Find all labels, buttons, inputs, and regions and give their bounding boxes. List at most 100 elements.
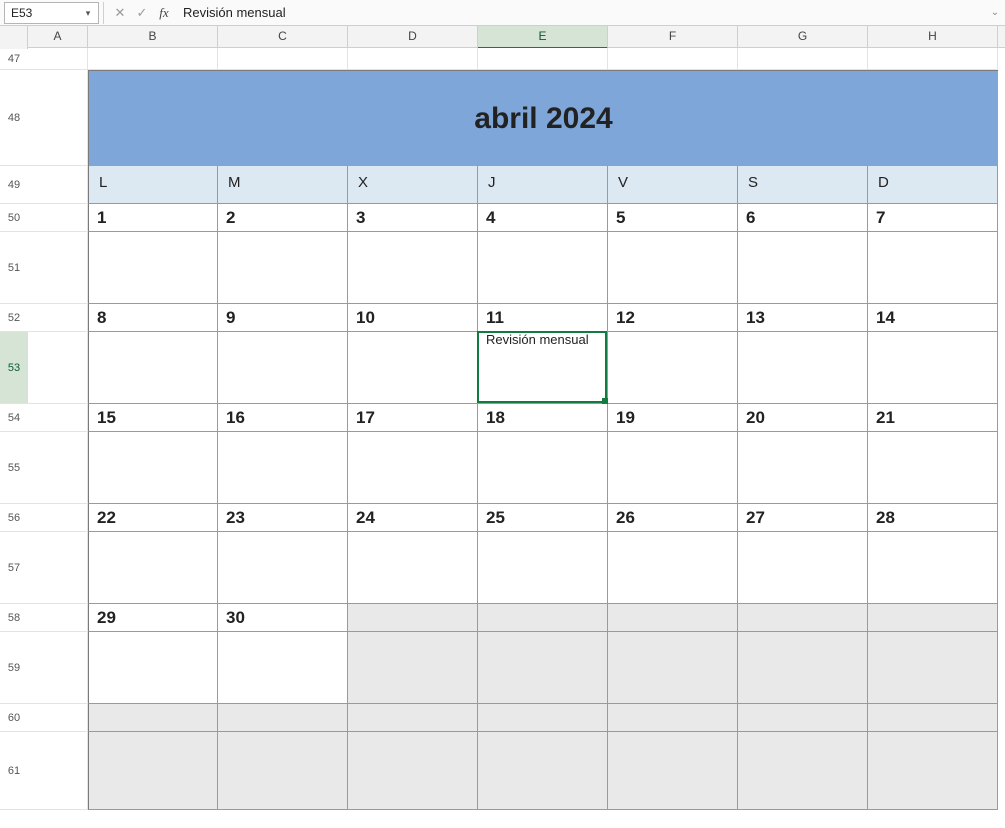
- cell[interactable]: [28, 48, 88, 70]
- row-header[interactable]: 57: [0, 532, 28, 604]
- name-box[interactable]: E53 ▾: [4, 2, 99, 24]
- calendar-day-empty[interactable]: [88, 704, 218, 732]
- calendar-event[interactable]: [868, 332, 998, 404]
- calendar-day[interactable]: 27: [738, 504, 868, 532]
- calendar-day-empty[interactable]: [478, 604, 608, 632]
- calendar-event-empty[interactable]: [868, 732, 998, 810]
- cell[interactable]: [28, 532, 88, 604]
- calendar-event[interactable]: [478, 532, 608, 604]
- formula-input[interactable]: [175, 2, 985, 24]
- calendar-day[interactable]: 28: [868, 504, 998, 532]
- calendar-dow[interactable]: L: [88, 166, 218, 204]
- confirm-icon[interactable]: ✓: [131, 2, 153, 24]
- calendar-event[interactable]: [478, 432, 608, 504]
- calendar-day[interactable]: 2: [218, 204, 348, 232]
- calendar-day[interactable]: 29: [88, 604, 218, 632]
- calendar-event[interactable]: [738, 532, 868, 604]
- calendar-event-empty[interactable]: [738, 732, 868, 810]
- calendar-day[interactable]: 1: [88, 204, 218, 232]
- calendar-day[interactable]: 6: [738, 204, 868, 232]
- cell[interactable]: [218, 48, 348, 70]
- calendar-day[interactable]: 11: [478, 304, 608, 332]
- calendar-event-empty[interactable]: [348, 732, 478, 810]
- cell[interactable]: [88, 48, 218, 70]
- calendar-event[interactable]: [348, 232, 478, 304]
- calendar-day[interactable]: 4: [478, 204, 608, 232]
- row-header[interactable]: 51: [0, 232, 28, 304]
- calendar-day-empty[interactable]: [348, 704, 478, 732]
- cell[interactable]: [28, 332, 88, 404]
- calendar-event[interactable]: [88, 232, 218, 304]
- row-header[interactable]: 53: [0, 332, 28, 404]
- calendar-event[interactable]: [218, 532, 348, 604]
- calendar-day-empty[interactable]: [478, 704, 608, 732]
- row-header[interactable]: 47: [0, 48, 28, 70]
- calendar-event[interactable]: [738, 432, 868, 504]
- calendar-day[interactable]: 7: [868, 204, 998, 232]
- calendar-event[interactable]: [478, 232, 608, 304]
- calendar-day[interactable]: 15: [88, 404, 218, 432]
- cell[interactable]: [608, 48, 738, 70]
- calendar-day[interactable]: 18: [478, 404, 608, 432]
- calendar-day[interactable]: 13: [738, 304, 868, 332]
- row-header[interactable]: 59: [0, 632, 28, 704]
- row-header[interactable]: 55: [0, 432, 28, 504]
- cell[interactable]: [868, 48, 998, 70]
- calendar-day-empty[interactable]: [868, 704, 998, 732]
- calendar-event-empty[interactable]: [868, 632, 998, 704]
- calendar-day[interactable]: 12: [608, 304, 738, 332]
- calendar-dow[interactable]: D: [868, 166, 998, 204]
- calendar-day[interactable]: 20: [738, 404, 868, 432]
- calendar-day-empty[interactable]: [738, 604, 868, 632]
- calendar-day[interactable]: 3: [348, 204, 478, 232]
- calendar-day[interactable]: 24: [348, 504, 478, 532]
- calendar-title[interactable]: abril 2024: [88, 70, 998, 166]
- calendar-dow[interactable]: J: [478, 166, 608, 204]
- col-header[interactable]: E: [478, 26, 608, 49]
- calendar-dow[interactable]: S: [738, 166, 868, 204]
- calendar-day[interactable]: 8: [88, 304, 218, 332]
- calendar-day[interactable]: 16: [218, 404, 348, 432]
- col-header[interactable]: D: [348, 26, 478, 49]
- cell[interactable]: [28, 70, 88, 166]
- calendar-event[interactable]: [88, 632, 218, 704]
- calendar-event[interactable]: [88, 532, 218, 604]
- row-header[interactable]: 58: [0, 604, 28, 632]
- select-all-corner[interactable]: [0, 26, 28, 49]
- calendar-event[interactable]: [608, 232, 738, 304]
- calendar-event[interactable]: [738, 232, 868, 304]
- calendar-day[interactable]: 23: [218, 504, 348, 532]
- calendar-event[interactable]: [348, 432, 478, 504]
- cell[interactable]: [28, 204, 88, 232]
- col-header[interactable]: C: [218, 26, 348, 49]
- calendar-day[interactable]: 25: [478, 504, 608, 532]
- row-header[interactable]: 49: [0, 166, 28, 204]
- calendar-day-empty[interactable]: [608, 704, 738, 732]
- cell[interactable]: [28, 232, 88, 304]
- calendar-day-empty[interactable]: [868, 604, 998, 632]
- col-header[interactable]: F: [608, 26, 738, 49]
- cell[interactable]: [28, 632, 88, 704]
- calendar-event[interactable]: [868, 432, 998, 504]
- calendar-event-empty[interactable]: [738, 632, 868, 704]
- calendar-event[interactable]: [608, 432, 738, 504]
- calendar-event-empty[interactable]: [88, 732, 218, 810]
- calendar-day[interactable]: 9: [218, 304, 348, 332]
- col-header[interactable]: A: [28, 26, 88, 49]
- calendar-event[interactable]: [218, 432, 348, 504]
- calendar-day[interactable]: 10: [348, 304, 478, 332]
- cell[interactable]: [28, 304, 88, 332]
- calendar-event-selected[interactable]: Revisión mensual: [478, 332, 608, 404]
- calendar-day[interactable]: 19: [608, 404, 738, 432]
- cell[interactable]: [28, 404, 88, 432]
- cell[interactable]: [738, 48, 868, 70]
- row-header[interactable]: 54: [0, 404, 28, 432]
- calendar-dow[interactable]: M: [218, 166, 348, 204]
- calendar-day[interactable]: 22: [88, 504, 218, 532]
- col-header[interactable]: B: [88, 26, 218, 49]
- calendar-day[interactable]: 5: [608, 204, 738, 232]
- calendar-day-empty[interactable]: [218, 704, 348, 732]
- calendar-event[interactable]: [88, 332, 218, 404]
- calendar-day[interactable]: 30: [218, 604, 348, 632]
- row-header[interactable]: 48: [0, 70, 28, 166]
